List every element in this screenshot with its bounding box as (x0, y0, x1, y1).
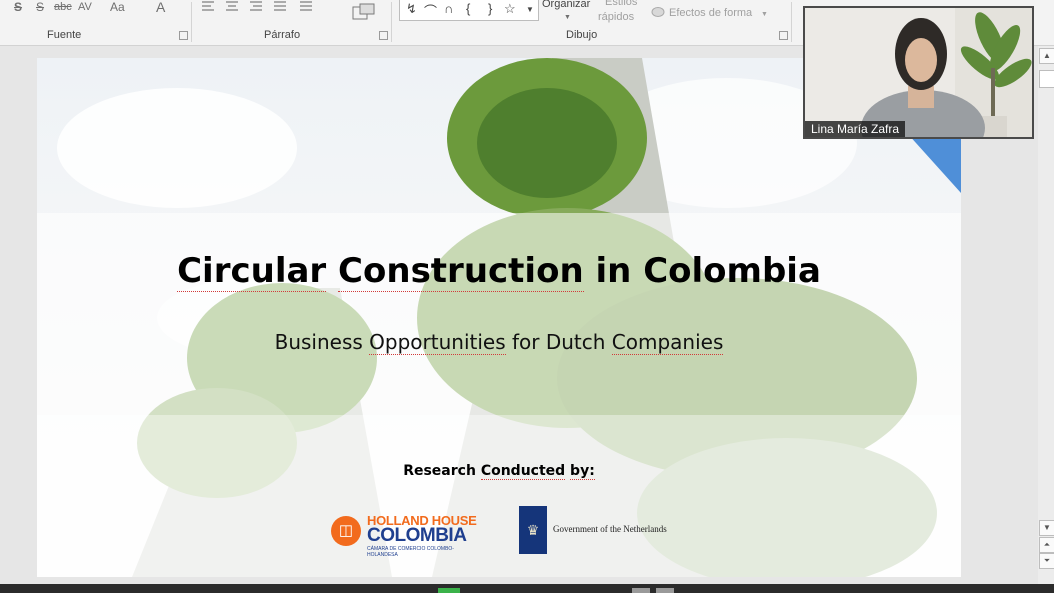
holland-house-emblem-icon: ◫ (331, 516, 361, 546)
taskbar (0, 584, 1054, 593)
convert-smartart-icon[interactable] (352, 3, 380, 21)
holland-house-colombia-logo[interactable]: ◫ HOLLAND HOUSE COLOMBIA CÁMARA DE COMER… (331, 512, 481, 558)
government-netherlands-logo[interactable]: ♛ Government of the Netherlands (519, 506, 689, 554)
taskbar-app-icon[interactable] (632, 588, 650, 593)
taskbar-app-icon[interactable] (656, 588, 674, 593)
font-dialog-launcher-icon[interactable] (179, 31, 188, 40)
previous-slide-icon[interactable]: ⏶ (1039, 537, 1054, 553)
title-overlay-band (37, 213, 961, 415)
title-rest: in Colombia (595, 251, 821, 291)
title-word: Construction (338, 251, 584, 292)
slide-title[interactable]: Circular Construction in Colombia (37, 251, 961, 292)
holland-house-logo-line3: CÁMARA DE COMERCIO COLOMBO-HOLANDESA (367, 546, 454, 558)
strikethrough-button[interactable]: S (36, 0, 44, 14)
chevron-down-icon: ▼ (761, 11, 768, 18)
font-color-button[interactable]: A (156, 0, 165, 14)
group-divider (791, 2, 792, 42)
participant-name-label: Lina María Zafra (805, 121, 906, 137)
paragraph-dialog-launcher-icon[interactable] (379, 31, 388, 40)
drawing-dialog-launcher-icon[interactable] (779, 31, 788, 40)
subtitle-word: Business (274, 330, 363, 354)
shape-effects-icon (651, 7, 665, 17)
change-case-button[interactable]: Aa (110, 0, 125, 14)
group-label-paragraph: Párrafo (264, 29, 301, 41)
research-word: Research (403, 463, 476, 479)
shape-item[interactable]: ↯ (406, 1, 417, 17)
scroll-down-icon[interactable]: ▼ (1039, 520, 1054, 536)
scroll-thumb[interactable] (1039, 70, 1054, 88)
strike-abc-button[interactable]: abc (54, 0, 72, 14)
shape-item[interactable]: { (466, 1, 470, 16)
holland-house-logo-line2: COLOMBIA (367, 525, 467, 546)
shape-item[interactable]: ⌒ (424, 1, 437, 20)
shapes-gallery[interactable]: ↯ ⌒ ∩ { } ☆ ▼ (399, 0, 539, 21)
group-divider (391, 2, 392, 42)
subtitle-word: Companies (611, 330, 724, 355)
netherlands-coat-of-arms-icon: ♛ (519, 506, 547, 554)
next-slide-icon[interactable]: ⏷ (1039, 553, 1054, 569)
subtitle-word: Opportunities (369, 330, 506, 355)
chevron-down-icon: ▼ (564, 14, 571, 21)
shape-effects-button[interactable]: Efectos de forma (669, 6, 752, 20)
group-label-font: Fuente (47, 29, 82, 41)
group-divider (191, 2, 192, 42)
arrange-button[interactable]: Organizar (542, 0, 590, 11)
shadow-button[interactable]: S (14, 0, 22, 14)
research-credit-label[interactable]: Research Conducted by: (37, 463, 961, 480)
participant-video-tile[interactable]: Lina María Zafra (803, 6, 1034, 139)
government-netherlands-text: Government of the Netherlands (553, 524, 667, 534)
research-word: Conducted (480, 463, 566, 480)
paragraph-align-icons[interactable] (202, 0, 332, 14)
research-word: by: (570, 463, 595, 480)
shape-item[interactable]: ☆ (504, 1, 516, 17)
participant-video-feed (805, 8, 1032, 137)
footer-overlay-band (37, 415, 961, 577)
taskbar-app-icon[interactable] (438, 588, 460, 593)
quick-styles-line1[interactable]: Estilos (605, 0, 637, 9)
vertical-scrollbar[interactable]: ▲ ▼ ⏶ ⏷ (1038, 46, 1054, 584)
scroll-up-icon[interactable]: ▲ (1039, 48, 1054, 64)
shape-item[interactable]: ∩ (444, 1, 453, 16)
title-word: Circular (177, 251, 327, 292)
subtitle-mid: for Dutch (511, 330, 606, 354)
character-spacing-button[interactable]: AV (78, 0, 92, 14)
group-label-drawing: Dibujo (566, 29, 598, 41)
shape-item[interactable]: } (488, 1, 492, 16)
quick-styles-button[interactable]: rápidos (598, 10, 634, 24)
chevron-down-icon[interactable]: ▼ (526, 5, 534, 14)
slide-subtitle[interactable]: Business Opportunities for Dutch Compani… (37, 330, 961, 355)
